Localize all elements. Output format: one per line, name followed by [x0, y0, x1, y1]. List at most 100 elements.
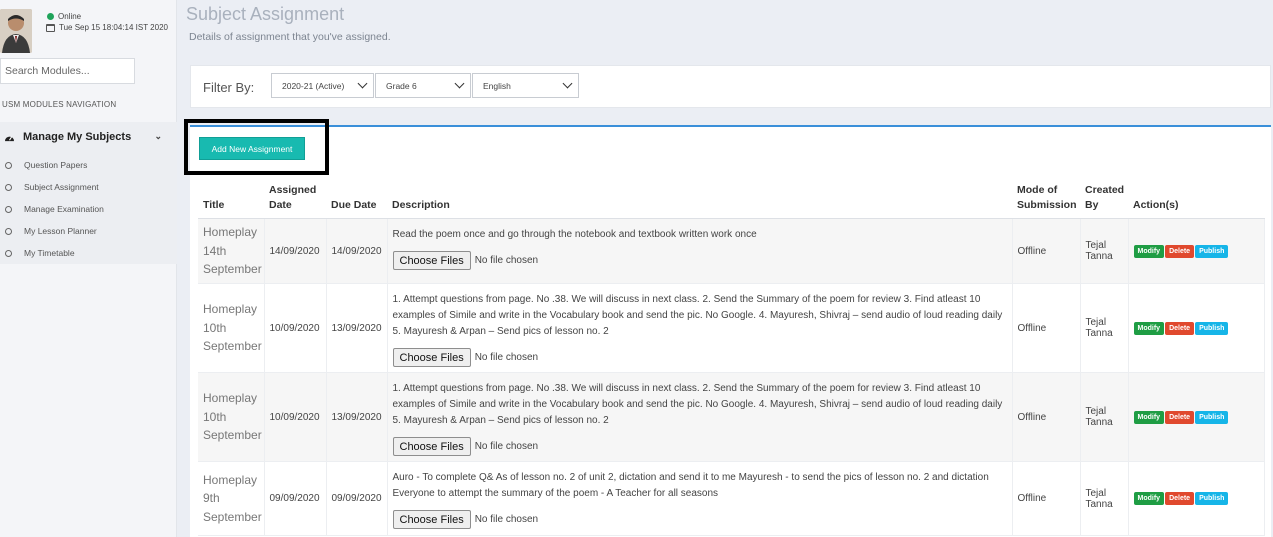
choose-files-button[interactable]: Choose Files: [392, 437, 471, 456]
row-description: 1. Attempt questions from page. No .38. …: [392, 294, 1003, 337]
row-mode: Offline: [1012, 218, 1081, 284]
year-select-value: 2020-21 (Active): [282, 81, 345, 91]
subject-select-value: English: [483, 81, 511, 91]
subject-select[interactable]: English: [472, 73, 579, 98]
choose-files-button[interactable]: Choose Files: [392, 348, 471, 367]
chevron-down-icon: ⌄: [154, 131, 162, 141]
row-actions: Modify Delete Publish: [1128, 461, 1265, 536]
avatar[interactable]: [0, 9, 32, 53]
sidebar-item-manage-examination[interactable]: Manage Examination: [5, 204, 104, 214]
add-new-assignment-button[interactable]: Add New Assignment: [199, 137, 305, 160]
sidebar-item-label: My Lesson Planner: [24, 226, 97, 236]
sidebar-item-label: My Timetable: [24, 248, 75, 258]
row-created-by: Tejal Tanna: [1080, 218, 1129, 284]
col-due-date[interactable]: Due Date: [326, 179, 387, 219]
row-due-date: 13/09/2020: [326, 283, 388, 373]
row-due-date: 14/09/2020: [326, 218, 388, 284]
sidebar-item-label: Question Papers: [24, 160, 88, 170]
col-mode[interactable]: Mode of Submission: [1012, 179, 1080, 219]
grade-select-value: Grade 6: [386, 81, 417, 91]
online-dot-icon: [47, 13, 54, 20]
nav-heading: USM MODULES NAVIGATION: [2, 100, 117, 109]
file-upload: Choose Files No file chosen: [392, 510, 1007, 529]
sidebar-item-lesson-planner[interactable]: My Lesson Planner: [5, 226, 97, 236]
row-assigned-date: 10/09/2020: [264, 372, 327, 462]
row-description: Auro - To complete Q& As of lesson no. 2…: [392, 472, 989, 499]
publish-button[interactable]: Publish: [1195, 492, 1229, 505]
col-created-by[interactable]: Created By: [1080, 179, 1128, 219]
chevron-down-icon: [454, 78, 465, 89]
delete-button[interactable]: Delete: [1165, 244, 1195, 258]
sidebar-item-label: Manage Examination: [24, 204, 104, 214]
sidebar-item-subject-assignment[interactable]: Subject Assignment: [5, 182, 99, 192]
sidebar-item-question-papers[interactable]: Question Papers: [5, 160, 87, 170]
delete-button[interactable]: Delete: [1165, 321, 1195, 335]
user-panel: Online Tue Sep 15 18:04:14 IST 2020: [0, 6, 177, 54]
online-label: Online: [58, 12, 82, 21]
file-status: No file chosen: [474, 254, 539, 266]
nav-group-title: Manage My Subjects: [23, 131, 132, 143]
chevron-down-icon: [357, 78, 368, 89]
filter-bar: Filter By: 2020-21 (Active) Grade 6 Engl…: [190, 65, 1271, 108]
row-created-by: Tejal Tanna: [1080, 372, 1129, 462]
row-actions: Modify Delete Publish: [1128, 372, 1265, 462]
circle-icon: [5, 249, 12, 257]
choose-files-button[interactable]: Choose Files: [392, 510, 471, 529]
row-description: 1. Attempt questions from page. No .38. …: [392, 383, 1003, 426]
calendar-icon: [46, 23, 55, 32]
row-mode: Offline: [1012, 372, 1081, 462]
file-upload: Choose Files No file chosen: [392, 437, 1007, 456]
table-row: Homeplay 10th September 10/09/2020 13/09…: [198, 283, 1265, 373]
file-upload: Choose Files No file chosen: [392, 251, 1007, 270]
publish-button[interactable]: Publish: [1195, 321, 1229, 335]
dashboard-icon: [5, 135, 14, 141]
col-assigned-date[interactable]: Assigned Date: [264, 179, 326, 219]
row-assigned-date: 14/09/2020: [264, 218, 327, 284]
publish-button[interactable]: Publish: [1195, 410, 1229, 424]
publish-button[interactable]: Publish: [1195, 244, 1229, 258]
current-datetime: Tue Sep 15 18:04:14 IST 2020: [46, 23, 168, 32]
col-description[interactable]: Description: [387, 179, 1012, 219]
choose-files-button[interactable]: Choose Files: [392, 251, 471, 270]
nav-group-toggle[interactable]: Manage My Subjects ⌄: [4, 131, 174, 143]
year-select[interactable]: 2020-21 (Active): [271, 73, 374, 98]
sidebar-item-timetable[interactable]: My Timetable: [5, 248, 75, 258]
row-title: Homeplay 9th September: [198, 461, 265, 536]
online-status: Online: [47, 12, 81, 21]
page-subtitle: Details of assignment that you've assign…: [189, 31, 391, 43]
table-row: Homeplay 9th September 09/09/2020 09/09/…: [198, 461, 1265, 536]
search-modules-input[interactable]: [0, 58, 135, 84]
row-created-by: Tejal Tanna: [1080, 283, 1129, 373]
row-title: Homeplay 10th September: [198, 283, 265, 373]
row-description-cell: 1. Attempt questions from page. No .38. …: [387, 372, 1013, 462]
circle-icon: [5, 205, 12, 213]
row-description: Read the poem once and go through the no…: [392, 229, 757, 240]
delete-button[interactable]: Delete: [1165, 410, 1195, 424]
file-upload: Choose Files No file chosen: [392, 348, 1007, 367]
row-title: Homeplay 14th September: [198, 218, 265, 284]
filter-label: Filter By:: [203, 80, 255, 95]
circle-icon: [5, 161, 12, 169]
file-status: No file chosen: [474, 440, 539, 452]
file-status: No file chosen: [474, 351, 539, 363]
row-actions: Modify Delete Publish: [1128, 218, 1265, 284]
row-assigned-date: 10/09/2020: [264, 283, 327, 373]
row-description-cell: Read the poem once and go through the no…: [387, 218, 1013, 284]
page-title: Subject Assignment: [186, 4, 345, 24]
row-due-date: 09/09/2020: [326, 461, 388, 536]
assignments-table: Title Assigned Date Due Date Description…: [198, 179, 1265, 536]
circle-icon: [5, 183, 12, 191]
row-description-cell: Auro - To complete Q& As of lesson no. 2…: [387, 461, 1013, 536]
col-title[interactable]: Title: [198, 179, 264, 219]
modify-button[interactable]: Modify: [1133, 492, 1165, 505]
grade-select[interactable]: Grade 6: [375, 73, 471, 98]
datetime-label: Tue Sep 15 18:04:14 IST 2020: [59, 23, 168, 32]
row-title: Homeplay 10th September: [198, 372, 265, 462]
modify-button[interactable]: Modify: [1133, 244, 1165, 258]
file-status: No file chosen: [474, 513, 539, 525]
col-actions: Action(s): [1128, 179, 1264, 219]
modify-button[interactable]: Modify: [1133, 410, 1165, 424]
delete-button[interactable]: Delete: [1165, 492, 1195, 505]
circle-icon: [5, 227, 12, 235]
modify-button[interactable]: Modify: [1133, 321, 1165, 335]
